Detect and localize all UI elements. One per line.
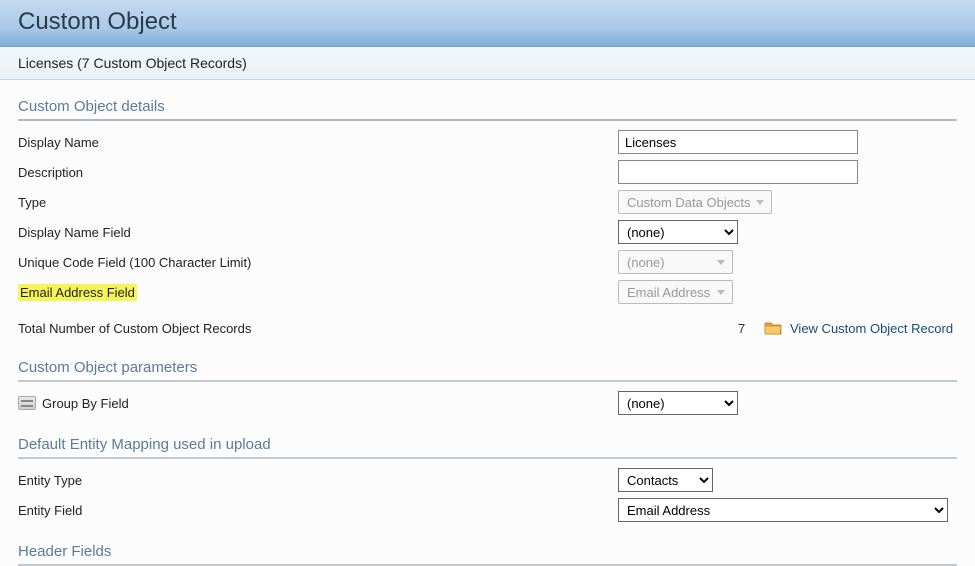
row-description: Description bbox=[18, 157, 957, 187]
row-entity-field: Entity Field Email Address bbox=[18, 495, 957, 525]
select-entity-type[interactable]: Contacts bbox=[618, 468, 713, 492]
section-title-mapping: Default Entity Mapping used in upload bbox=[18, 432, 957, 459]
content-area: Custom Object details Display Name Descr… bbox=[0, 80, 975, 566]
section-title-details: Custom Object details bbox=[18, 94, 957, 121]
row-display-name: Display Name bbox=[18, 127, 957, 157]
row-group-by: Group By Field (none) bbox=[18, 388, 957, 418]
page-header: Custom Object bbox=[0, 0, 975, 47]
section-title-params: Custom Object parameters bbox=[18, 355, 957, 382]
section-title-header-fields: Header Fields bbox=[18, 539, 957, 566]
total-records-value: 7 bbox=[738, 321, 756, 336]
label-total-records: Total Number of Custom Object Records bbox=[18, 321, 738, 336]
label-entity-type: Entity Type bbox=[18, 473, 618, 488]
label-entity-field: Entity Field bbox=[18, 503, 618, 518]
row-unique-code: Unique Code Field (100 Character Limit) … bbox=[18, 247, 957, 277]
page-title: Custom Object bbox=[18, 8, 957, 36]
group-by-icon bbox=[18, 396, 36, 410]
page-subheader: Licenses (7 Custom Object Records) bbox=[0, 47, 975, 80]
input-description[interactable] bbox=[618, 160, 858, 184]
row-total-records: Total Number of Custom Object Records 7 … bbox=[18, 315, 957, 341]
row-display-name-field: Display Name Field (none) bbox=[18, 217, 957, 247]
select-unique-code-disabled: (none) bbox=[618, 250, 733, 274]
select-entity-field[interactable]: Email Address bbox=[618, 498, 948, 522]
label-group-by: Group By Field bbox=[18, 396, 618, 411]
row-email-field: Email Address Field Email Address bbox=[18, 277, 957, 307]
input-display-name[interactable] bbox=[618, 130, 858, 154]
select-type-disabled: Custom Data Objects bbox=[618, 190, 772, 214]
view-records-link[interactable]: View Custom Object Record bbox=[790, 321, 953, 336]
label-display-name-field: Display Name Field bbox=[18, 225, 618, 240]
row-entity-type: Entity Type Contacts bbox=[18, 465, 957, 495]
select-display-name-field[interactable]: (none) bbox=[618, 220, 738, 244]
label-description: Description bbox=[18, 165, 618, 180]
subheader-text: Licenses (7 Custom Object Records) bbox=[18, 55, 247, 71]
label-unique-code: Unique Code Field (100 Character Limit) bbox=[18, 255, 618, 270]
row-type: Type Custom Data Objects bbox=[18, 187, 957, 217]
select-group-by[interactable]: (none) bbox=[618, 391, 738, 415]
label-email-field: Email Address Field bbox=[18, 284, 137, 301]
label-type: Type bbox=[18, 195, 618, 210]
folder-icon bbox=[764, 320, 782, 336]
select-email-field-disabled: Email Address bbox=[618, 280, 733, 304]
label-display-name: Display Name bbox=[18, 135, 618, 150]
